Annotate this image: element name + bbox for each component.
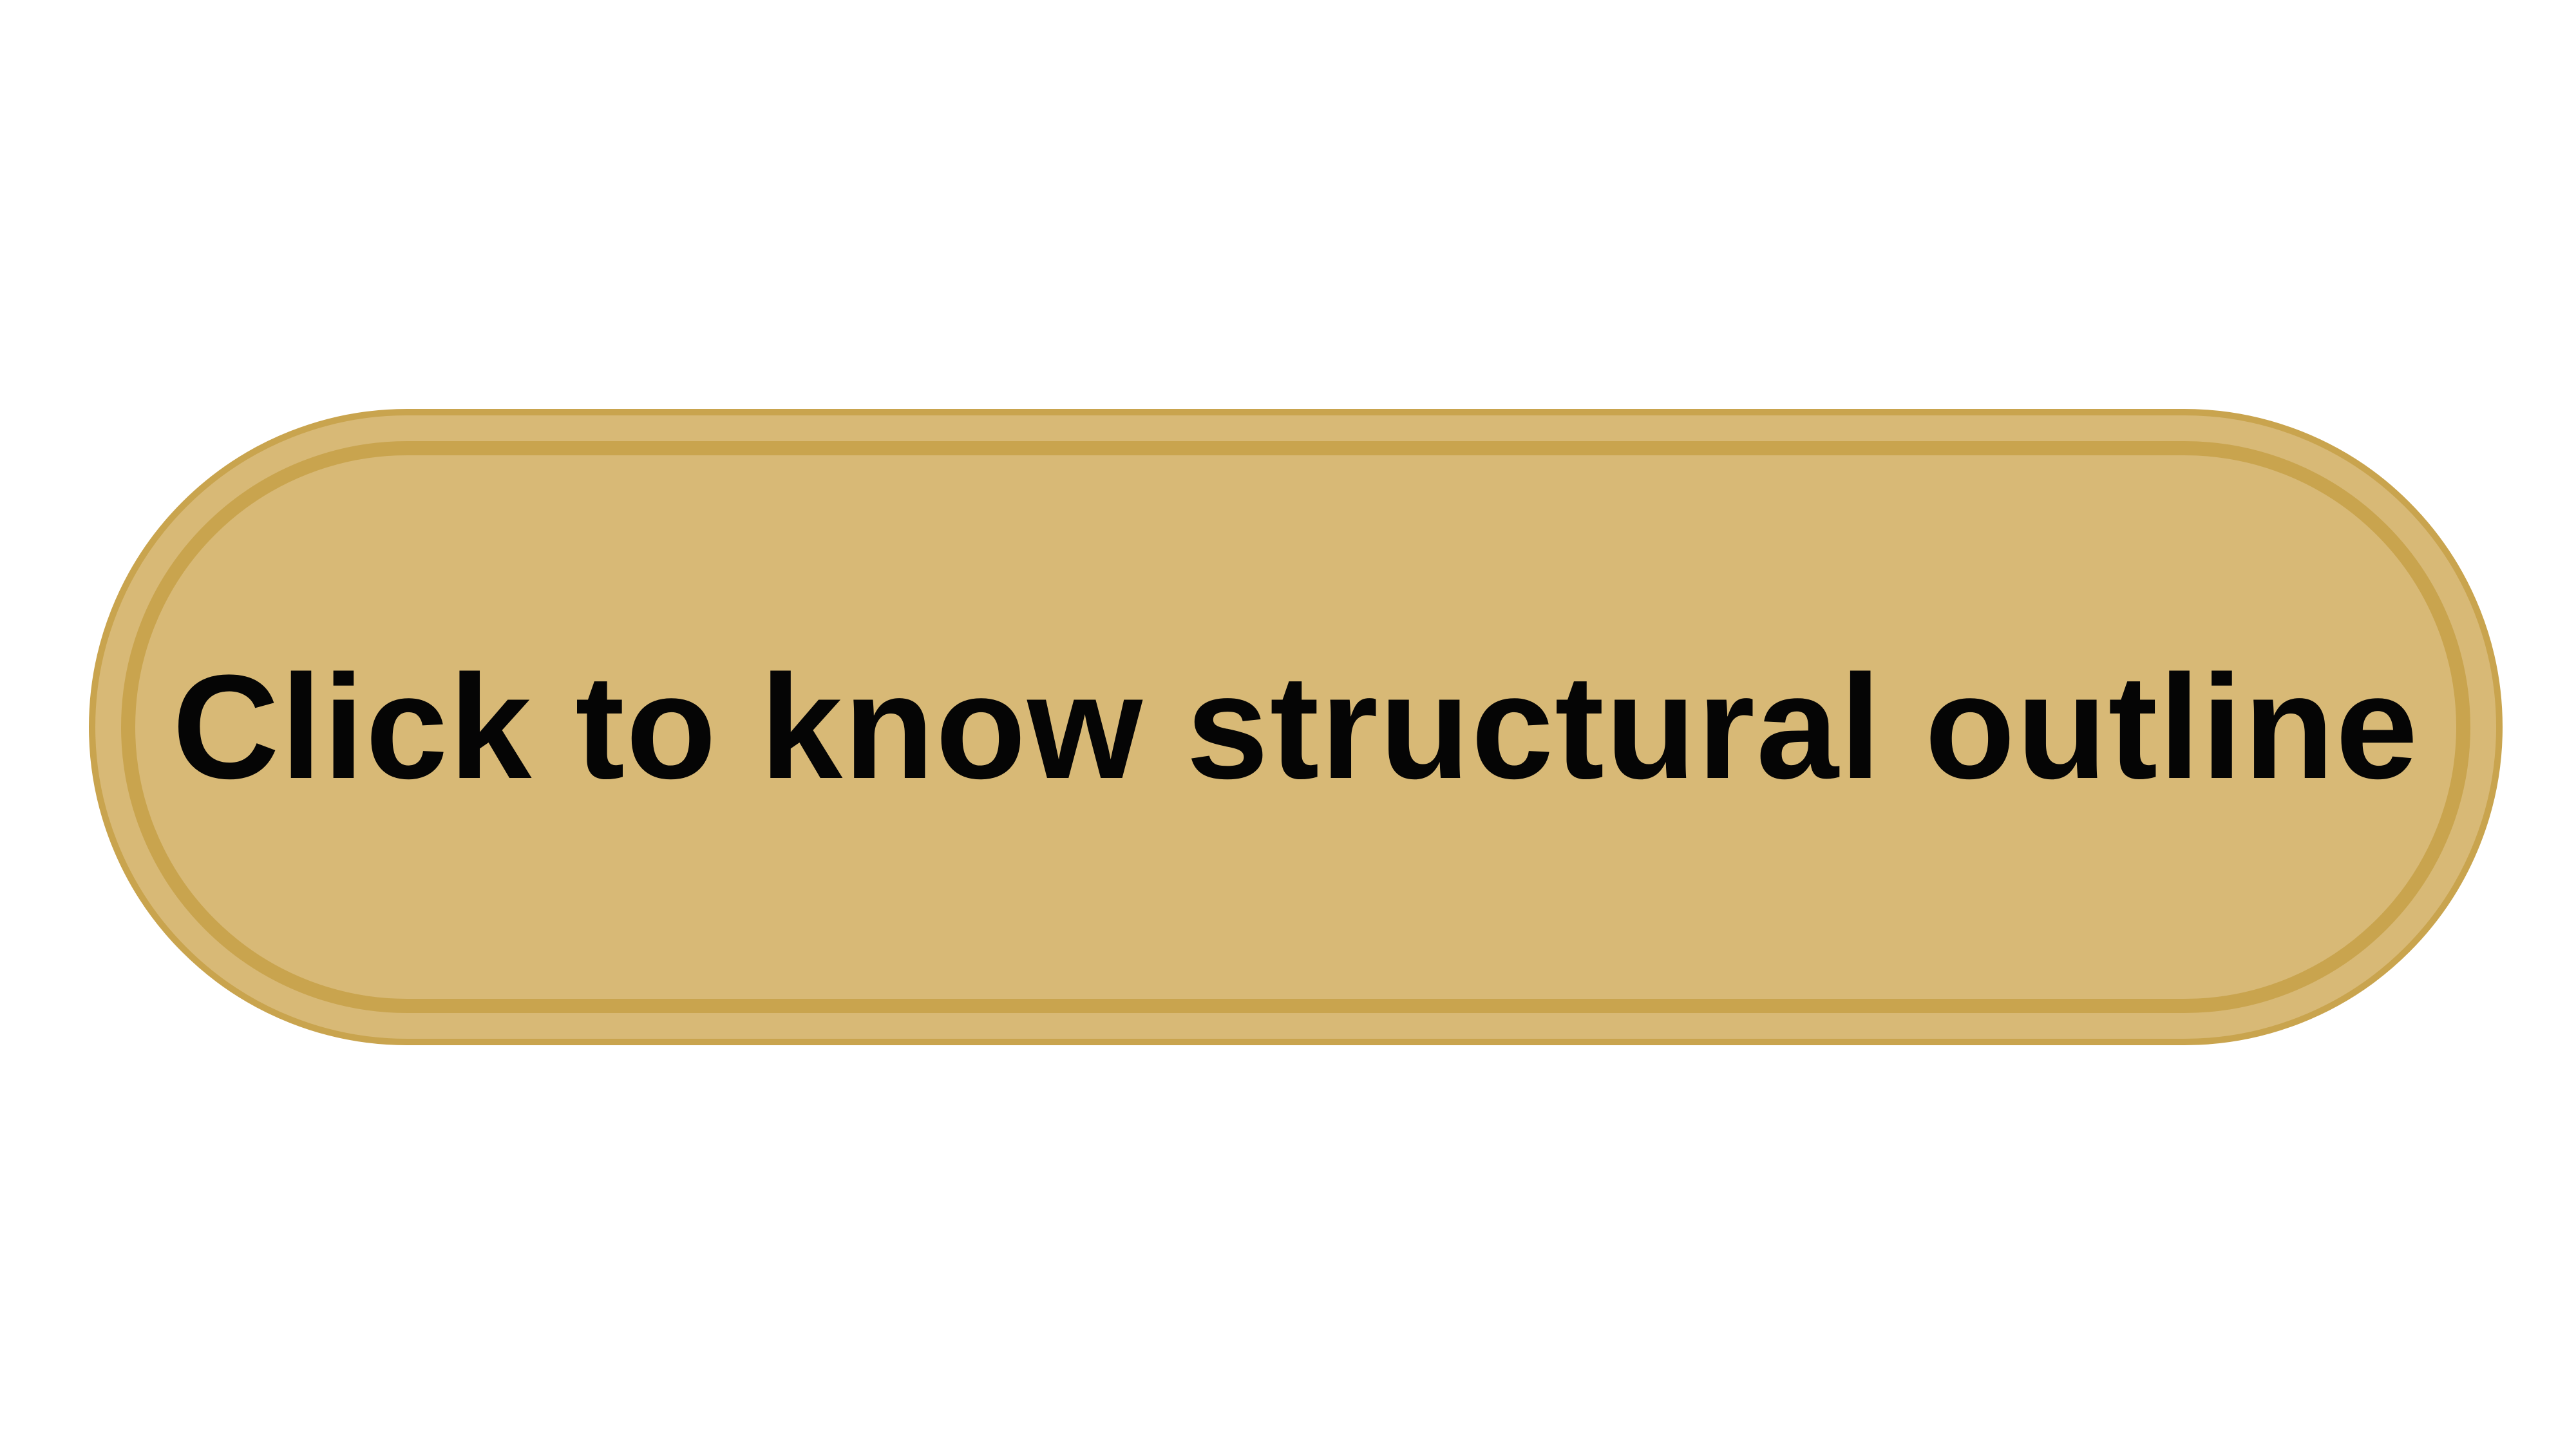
page-canvas: Click to know structural outline — [0, 0, 2576, 1449]
structural-outline-button[interactable]: Click to know structural outline — [89, 409, 2503, 1045]
button-label: Click to know structural outline — [172, 644, 2420, 810]
